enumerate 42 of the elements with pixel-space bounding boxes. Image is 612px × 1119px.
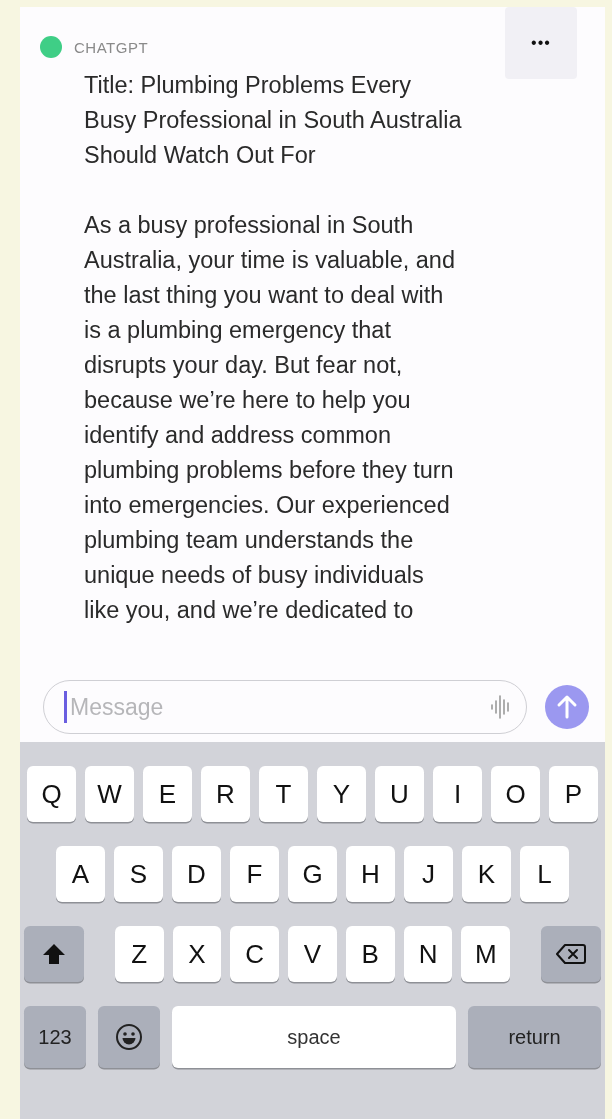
letter-key[interactable]: A [56,846,105,902]
letter-key[interactable]: L [520,846,569,902]
message-text: As a busy professional in South Australia, your time is valuable, and the last thing you want to deal with is a plumbing emergency that disrupts your day. But fear not, because we’re here to help you identify and address common plumbing problems before they turn into emergencies. Our experienced plumbing team understands the unique needs of busy individuals like you, and we’re dedicated to [84,211,455,625]
letter-key[interactable]: U [375,766,424,822]
letter-key[interactable]: F [230,846,279,902]
send-button[interactable] [545,685,589,729]
letter-key[interactable]: R [201,766,250,822]
letter-key[interactable]: H [346,846,395,902]
letter-key[interactable]: I [433,766,482,822]
letter-key[interactable]: J [404,846,453,902]
backspace-key[interactable] [541,926,601,982]
letter-key[interactable]: E [143,766,192,822]
letter-key[interactable]: P [549,766,598,822]
return-key[interactable]: return [468,1006,601,1068]
shift-icon [41,943,66,965]
letter-key[interactable]: N [403,926,453,982]
numbers-key[interactable]: 123 [24,1006,86,1068]
emoji-icon [115,1023,143,1051]
letter-key[interactable]: Y [317,766,366,822]
letter-key[interactable]: K [462,846,511,902]
letter-key[interactable]: D [172,846,221,902]
message-input[interactable]: Message [68,692,490,722]
letter-key[interactable]: T [259,766,308,822]
letter-key[interactable]: V [288,926,337,982]
letter-key[interactable]: W [85,766,134,822]
avatar-icon [40,36,62,58]
letter-key[interactable]: C [230,926,280,982]
sender-name: CHATGPT [74,38,149,56]
more-button[interactable]: ••• [505,7,577,79]
shift-key[interactable] [24,926,84,982]
emoji-key[interactable] [98,1006,160,1068]
letter-key[interactable]: S [114,846,163,902]
letter-key[interactable]: Z [114,926,164,982]
letter-key[interactable]: O [491,766,540,822]
message-title: Title: Plumbing Problems Every Busy Professional in South Australia Should Watch Out For [84,71,462,170]
letter-key[interactable]: M [461,926,511,982]
space-key[interactable]: space [172,1006,456,1068]
backspace-icon [556,943,587,965]
letter-key[interactable]: Q [27,766,76,822]
letter-key[interactable]: B [345,926,395,982]
letter-key[interactable]: G [288,846,337,902]
letter-key[interactable]: X [172,926,222,982]
